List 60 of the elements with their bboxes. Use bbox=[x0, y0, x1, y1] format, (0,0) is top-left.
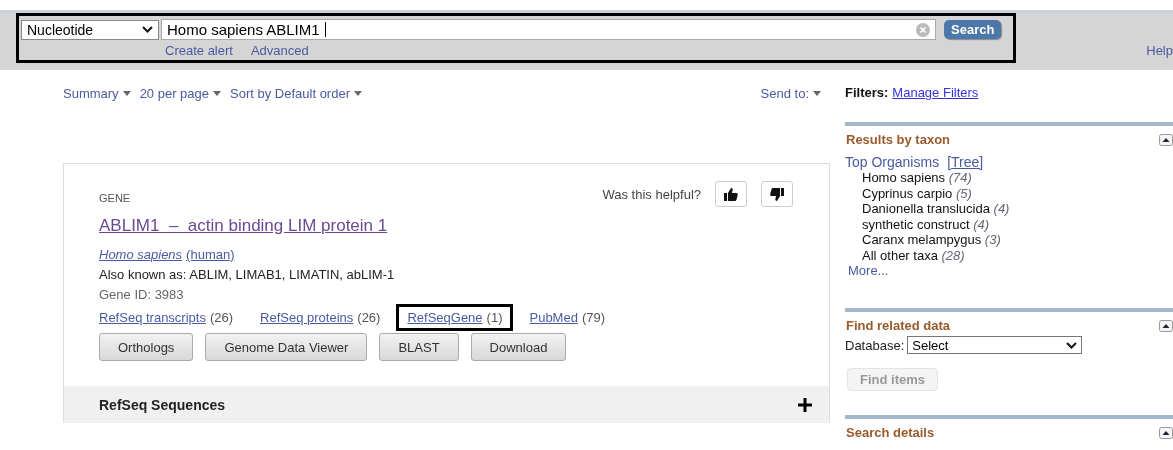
tool-button[interactable]: BLAST bbox=[379, 333, 459, 361]
record-link[interactable]: RefSeq proteins bbox=[260, 310, 354, 325]
organism-item[interactable]: synthetic construct (4) bbox=[862, 216, 1173, 232]
aliases-text: Also known as: ABLIM, LIMAB1, LIMATIN, abLIM-1 bbox=[99, 267, 396, 282]
helpful-prompt: Was this helpful? bbox=[602, 186, 701, 202]
database-dropdown[interactable]: Nucleotide bbox=[21, 19, 159, 40]
caret-icon bbox=[354, 90, 362, 96]
record-count: (79) bbox=[581, 310, 606, 325]
filters-label: Filters: bbox=[845, 85, 889, 100]
record-count: (1) bbox=[486, 310, 503, 325]
chevron-icon bbox=[1066, 341, 1078, 349]
organism-item[interactable]: Caranx melampygus (3) bbox=[862, 232, 1173, 248]
help-link[interactable]: Help bbox=[1146, 43, 1173, 58]
gene-id-text: Gene ID: 3983 bbox=[99, 287, 185, 302]
search-button[interactable]: Search bbox=[944, 20, 1002, 39]
tool-button[interactable]: Orthologs bbox=[99, 333, 194, 361]
organism-item[interactable]: Cyprinus carpio (5) bbox=[862, 185, 1173, 201]
caret-icon bbox=[813, 90, 821, 96]
search-field[interactable]: Homo sapiens ABLIM1 bbox=[161, 19, 936, 40]
thumbs-up-icon bbox=[724, 187, 738, 201]
display-menu[interactable]: Summary bbox=[63, 85, 131, 101]
send-to-menu[interactable]: Send to: bbox=[760, 85, 821, 101]
tree-link[interactable]: [Tree] bbox=[947, 154, 984, 170]
organism-item[interactable]: Danionella translucida (4) bbox=[862, 201, 1173, 217]
manage-filters-link[interactable]: Manage Filters bbox=[892, 85, 979, 100]
thumbs-up-button[interactable] bbox=[715, 181, 747, 207]
panel-title: Search details bbox=[846, 425, 935, 440]
record-type-label: GENE bbox=[99, 192, 131, 204]
record-link[interactable]: PubMed bbox=[529, 310, 578, 325]
display-menu[interactable]: 20 per page bbox=[139, 85, 222, 101]
record-link[interactable]: RefSeqGene bbox=[407, 310, 483, 325]
chevron-icon bbox=[142, 26, 153, 33]
text-cursor bbox=[324, 22, 326, 37]
caret-icon bbox=[213, 90, 222, 96]
tool-button[interactable]: Download bbox=[470, 333, 567, 361]
gene-title-link[interactable]: ABLIM1 – actin binding LIM protein 1 bbox=[99, 216, 388, 236]
organism-link[interactable]: Homo sapiens bbox=[99, 247, 183, 262]
caret-icon bbox=[122, 90, 131, 96]
panel-title: Find related data bbox=[846, 318, 951, 333]
tool-button[interactable]: Genome Data Viewer bbox=[205, 333, 368, 361]
search-link[interactable]: Advanced bbox=[250, 43, 309, 58]
organism-item[interactable]: Homo sapiens (74) bbox=[862, 170, 1173, 186]
thumbs-down-button[interactable] bbox=[761, 181, 793, 207]
search-link[interactable]: Create alert bbox=[165, 43, 233, 58]
record-link[interactable]: RefSeq transcripts bbox=[99, 310, 206, 325]
thumbs-down-icon bbox=[770, 187, 784, 201]
collapse-icon[interactable] bbox=[1159, 319, 1173, 332]
database-dropdown[interactable]: Select bbox=[907, 336, 1083, 354]
record-count: (26) bbox=[357, 310, 381, 325]
record-count: (26) bbox=[209, 310, 234, 325]
panel-title: Results by taxon bbox=[846, 132, 951, 147]
common-name-link[interactable]: (human) bbox=[186, 247, 235, 262]
database-label: Database: bbox=[845, 337, 905, 353]
more-link[interactable]: More... bbox=[845, 263, 1173, 278]
top-organisms-link[interactable]: Top Organisms bbox=[845, 154, 940, 170]
collapse-icon[interactable] bbox=[1159, 133, 1173, 146]
display-menu[interactable]: Sort by Default order bbox=[230, 85, 362, 101]
section-header[interactable]: RefSeq Sequences bbox=[64, 386, 829, 423]
collapse-icon[interactable] bbox=[1159, 426, 1173, 439]
organism-item[interactable]: All other taxa (28) bbox=[862, 247, 1173, 263]
